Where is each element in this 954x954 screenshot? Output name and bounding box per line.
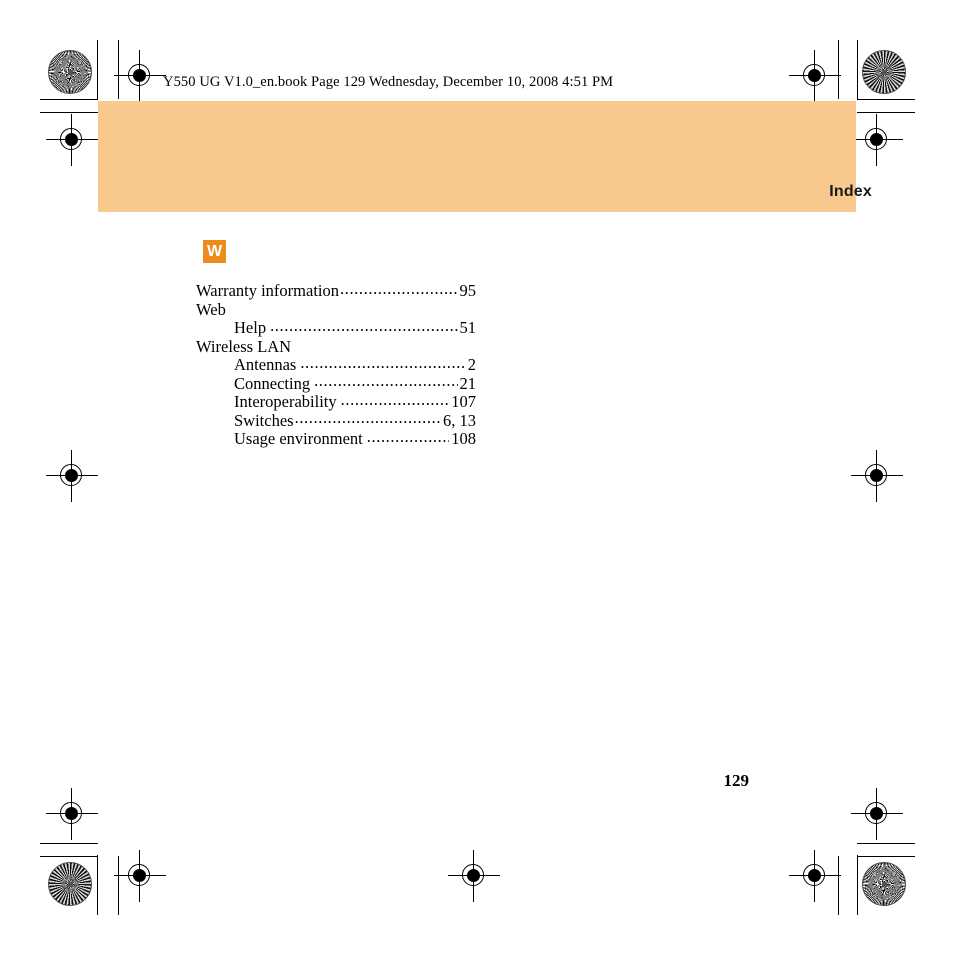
index-dot-leader [267, 319, 457, 333]
chapter-banner [98, 101, 856, 212]
index-entry-page: 107 [451, 392, 476, 411]
trim-rule-vertical [97, 855, 98, 915]
index-dot-leader [364, 430, 449, 444]
registration-crosshair-icon [851, 450, 903, 502]
registration-crosshair-icon [851, 114, 903, 166]
registration-crosshair-icon [851, 788, 903, 840]
index-entry-label: Antennas [234, 355, 297, 374]
index-entry-page: 95 [459, 281, 477, 300]
index-entry-label: Web [196, 299, 226, 319]
page-title: Index [829, 183, 872, 200]
index-entry: Web [196, 299, 476, 320]
star-target-icon [48, 862, 92, 906]
registration-crosshair-icon [114, 850, 166, 902]
registration-crosshair-icon [789, 50, 841, 102]
index-entry-label: Usage environment [234, 429, 363, 448]
index-entry: Antennas 2 [196, 355, 476, 375]
index-entry: Warranty information 95 [196, 281, 477, 301]
trim-rule-vertical [857, 855, 858, 915]
document-page: Y550 UG V1.0_en.book Page 129 Wednesday,… [0, 0, 954, 954]
star-target-icon [862, 50, 906, 94]
index-entry: Wireless LAN [196, 336, 476, 357]
index-dot-leader [311, 375, 457, 389]
index-entry-page: 108 [451, 429, 476, 448]
trim-rule-horizontal [857, 99, 915, 100]
page-number: 129 [723, 771, 750, 790]
registration-crosshair-icon [114, 50, 166, 102]
index-entry-page: 2 [467, 355, 476, 374]
star-target-icon [862, 862, 906, 906]
trim-rule-vertical [97, 40, 98, 100]
registration-crosshair-icon [46, 114, 98, 166]
trim-rule-horizontal [40, 99, 98, 100]
index-dot-leader [340, 282, 458, 296]
index-entry-page: 6, 13 [443, 410, 476, 430]
registration-crosshair-icon [789, 850, 841, 902]
star-target-icon [48, 50, 92, 94]
index-section-letter: W [206, 243, 223, 260]
index-entry-page: 51 [459, 318, 477, 337]
index-entry-label: Connecting [234, 373, 311, 393]
index-dot-leader [295, 412, 441, 426]
index-entry-label: Warranty information [196, 281, 339, 300]
index-dot-leader [338, 393, 450, 407]
trim-rule-horizontal [857, 112, 915, 113]
index-entry: Interoperability 107 [196, 392, 476, 412]
trim-rule-horizontal [40, 856, 98, 857]
book-file-stamp: Y550 UG V1.0_en.book Page 129 Wednesday,… [163, 74, 614, 90]
index-entry-label: Switches [234, 410, 294, 430]
trim-rule-horizontal [40, 843, 98, 844]
trim-rule-horizontal [857, 843, 915, 844]
registration-crosshair-icon [448, 850, 500, 902]
index-entry-label: Help [234, 318, 267, 337]
registration-crosshair-icon [46, 788, 98, 840]
index-entry-page: 21 [459, 373, 477, 393]
index-dot-leader [297, 356, 465, 370]
trim-rule-vertical [857, 40, 858, 100]
trim-rule-horizontal [40, 112, 98, 113]
index-list: W Warranty information 95 Web Help 51 Wireles… [196, 240, 476, 449]
index-entry-label: Wireless LAN [196, 336, 292, 356]
index-entry: Connecting 21 [196, 373, 477, 394]
index-entry-label: Interoperability [234, 392, 337, 411]
index-entry-group: Warranty information 95 Web Help 51 Wireless … [196, 281, 477, 449]
index-entry: Switches 6, 13 [196, 410, 476, 431]
index-entry: Help 51 [196, 318, 477, 338]
index-section-letter-badge: W [203, 240, 226, 263]
trim-rule-horizontal [857, 856, 915, 857]
index-entry: Usage environment 108 [196, 429, 476, 449]
registration-crosshair-icon [46, 450, 98, 502]
